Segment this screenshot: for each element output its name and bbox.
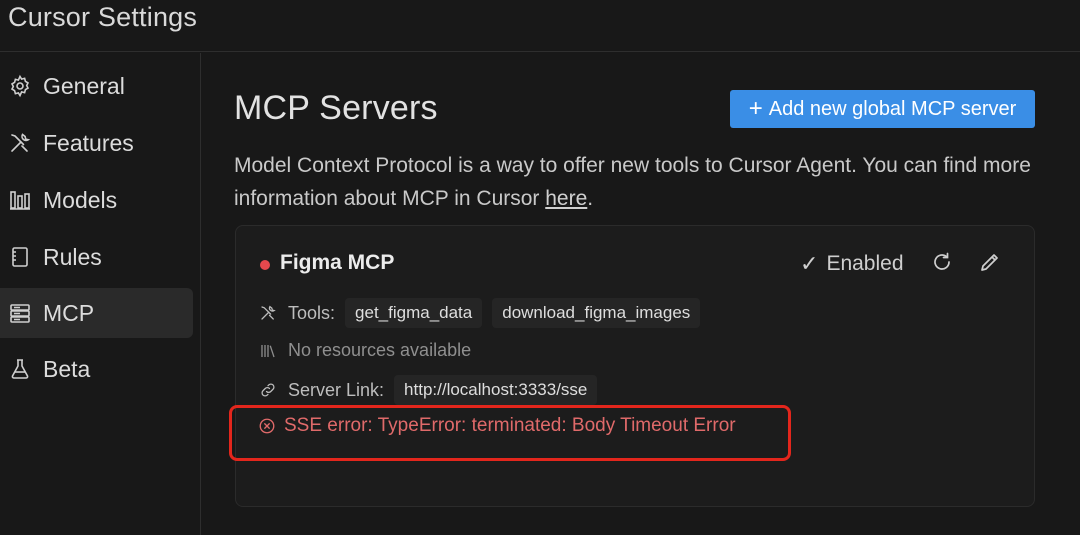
server-link-value: http://localhost:3333/sse [394, 375, 598, 405]
enabled-status[interactable]: ✓ Enabled [800, 251, 904, 277]
description-text: Model Context Protocol is a way to offer… [234, 154, 1031, 210]
sidebar-item-label: Rules [43, 243, 102, 270]
status-dot [260, 260, 270, 270]
sidebar-item-label: General [43, 72, 125, 99]
sidebar-item-features[interactable]: Features [0, 118, 193, 168]
settings-window: Cursor Settings General Features Models … [0, 0, 1080, 535]
sidebar-item-label: Beta [43, 355, 91, 382]
tool-chip: download_figma_images [492, 298, 701, 328]
tools-label: Tools: [288, 302, 336, 323]
tools-icon [258, 303, 278, 323]
sidebar-item-label: Features [43, 129, 134, 156]
library-icon [258, 341, 278, 361]
resources-row: No resources available [258, 340, 471, 361]
add-button-label: Add new global MCP server [768, 97, 1017, 120]
tools-row: Tools: get_figma_data download_figma_ima… [258, 298, 701, 328]
header: Cursor Settings [0, 0, 1080, 52]
sidebar-item-label: Models [43, 186, 118, 213]
sidebar-item-general[interactable]: General [0, 61, 193, 111]
plus-icon: + [748, 95, 763, 122]
sidebar-item-label: MCP [43, 299, 95, 326]
server-link-row: Server Link: http://localhost:3333/sse [258, 375, 598, 405]
refresh-icon[interactable] [930, 250, 954, 274]
models-icon [7, 187, 33, 213]
edit-icon[interactable] [978, 250, 1002, 274]
rules-icon [7, 244, 33, 270]
server-link-label: Server Link: [288, 379, 385, 400]
add-global-mcp-server-button[interactable]: + Add new global MCP server [730, 90, 1035, 128]
check-icon: ✓ [800, 251, 819, 276]
resources-text: No resources available [288, 340, 472, 360]
sidebar: General Features Models Rules MCP Beta [0, 53, 201, 535]
sidebar-item-beta[interactable]: Beta [0, 344, 193, 394]
sidebar-item-mcp[interactable]: MCP [0, 288, 193, 338]
status-label: Enabled [826, 252, 904, 275]
mcp-description: Model Context Protocol is a way to offer… [234, 149, 1054, 215]
server-icon [7, 300, 33, 326]
flask-icon [7, 356, 33, 382]
error-message: SSE error: TypeError: terminated: Body T… [258, 415, 736, 437]
tools-icon [7, 130, 33, 156]
server-name: Figma MCP [280, 251, 395, 274]
sidebar-item-models[interactable]: Models [0, 175, 193, 225]
tool-chip: get_figma_data [345, 298, 483, 328]
sidebar-item-rules[interactable]: Rules [0, 232, 193, 282]
more-info-link[interactable]: here [545, 187, 587, 210]
description-suffix: . [587, 187, 594, 210]
page-title: MCP Servers [234, 89, 438, 127]
error-text: SSE error: TypeError: terminated: Body T… [284, 415, 736, 436]
main-content: MCP Servers + Add new global MCP server … [202, 53, 1080, 535]
link-icon [258, 380, 278, 400]
mcp-server-card: Figma MCP ✓ Enabled Tools: get_figma_dat… [235, 225, 1035, 507]
gear-icon [7, 73, 33, 99]
error-circle-icon [259, 418, 275, 434]
window-title: Cursor Settings [8, 2, 198, 32]
